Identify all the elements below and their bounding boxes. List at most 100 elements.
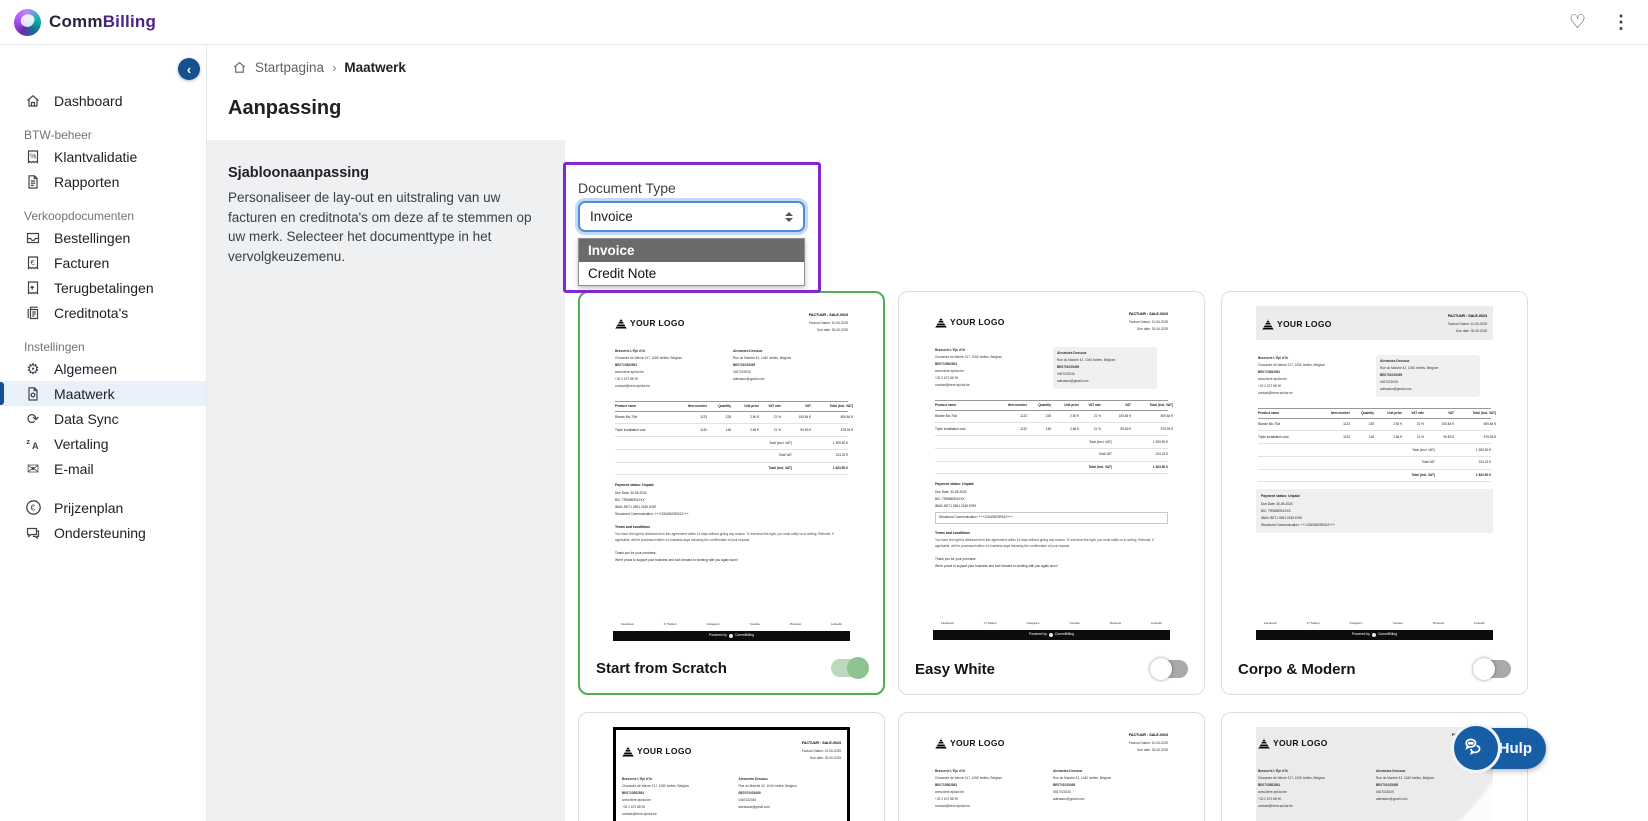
invoice-logo: YOUR LOGO (935, 314, 1005, 332)
invoice-logo-text: YOUR LOGO (637, 746, 692, 756)
sidebar-item-vertaling[interactable]: zA Vertaling (0, 431, 206, 456)
top-header: CommBilling ♡ ⋮ (0, 0, 1648, 45)
invoice-date: Factuur Datum: 10-06-2025 (1128, 319, 1168, 324)
thanks-line: Thank you for your purchase. (935, 556, 977, 561)
template-toggle[interactable] (1473, 658, 1511, 680)
document-type-selected-value: Invoice (590, 209, 633, 224)
invoice-header: YOUR LOGO FACTUUR : SALE-0023 Factuur Da… (620, 735, 843, 763)
buyer-block: Alexandra Dessaux Rue du Marché 42, 1040… (1053, 768, 1157, 810)
breadcrumb-home[interactable]: Startpagina (255, 60, 324, 75)
sidebar-item-dashboard[interactable]: Dashboard (0, 88, 206, 113)
sidebar-item-label: Data Sync (54, 410, 119, 427)
sidebar-item-bestellingen[interactable]: Bestellingen (0, 225, 206, 250)
sidebar-item-data-sync[interactable]: ⟳ Data Sync (0, 406, 206, 431)
buyer-phone: 0467022045 (1057, 372, 1075, 377)
template-toggle[interactable] (831, 657, 869, 679)
social-link: X (Twitter) (983, 620, 997, 625)
sidebar-item-creditnotas[interactable]: Creditnota's (0, 300, 206, 325)
template-toggle[interactable] (1150, 658, 1188, 680)
table-header-row: Product name Item number Quantity Unit p… (1258, 408, 1496, 419)
sidebar-item-ondersteuning[interactable]: Ondersteuning (0, 520, 206, 545)
col-header: Total (incl. VAT) (1472, 411, 1496, 416)
help-chat-icon[interactable] (1451, 723, 1501, 773)
social-link: LinkedIn (1151, 620, 1162, 625)
logo-triangle-icon (935, 738, 947, 750)
template-card[interactable]: YOUR LOGO FACTUUR : SALE-0023 Factuur Da… (578, 712, 885, 821)
cell: 21 % (773, 427, 781, 432)
toggle-knob (1150, 658, 1172, 680)
buyer-block: Alexandra Dessaux Rue du Marché 42, 1040… (1376, 355, 1480, 398)
sidebar-item-terugbetalingen[interactable]: Terugbetalingen (0, 275, 206, 300)
sidebar-item-facturen[interactable]: € Facturen (0, 250, 206, 275)
total-row: Total VAT 224.32 € (1258, 457, 1491, 470)
template-card[interactable]: YOUR LOGO FACTUUR : SALE-0023 Factuur Da… (898, 712, 1205, 821)
logo-triangle-icon (622, 746, 634, 758)
seller-website: www.biere-epidor.be (935, 369, 964, 374)
sidebar-item-email[interactable]: ✉ E-mail (0, 456, 206, 481)
buyer-phone: 0467022045 (738, 798, 757, 803)
cell: 99.83 € (800, 427, 811, 432)
payment-status: Payment status: Unpaid (1261, 494, 1300, 499)
sidebar-item-maatwerk[interactable]: Maatwerk (0, 381, 206, 406)
terms-block: Terms and conditions You have the right … (933, 530, 1170, 550)
toggle-knob (1473, 658, 1495, 680)
cell: Triple installation cost (615, 427, 646, 432)
sidebar-item-algemeen[interactable]: ⚙ Algemeen (0, 356, 206, 381)
col-header: Product name (615, 404, 637, 409)
sidebar-item-prijzenplan[interactable]: € Prijzenplan (0, 495, 206, 520)
cell: 105.84 € (1441, 422, 1454, 427)
dropdown-option-invoice[interactable]: Invoice (579, 239, 804, 262)
invoice-due-date: Due date: 30-06-2025 (1455, 329, 1487, 334)
cell: 105.84 € (1118, 414, 1131, 419)
template-card-start-from-scratch[interactable]: YOUR LOGO FACTUUR : SALE-0023 Factuur Da… (578, 291, 885, 695)
total-value: 1 509.50 € (1475, 447, 1491, 452)
terms-text: You have the right to withdraw from this… (615, 531, 834, 543)
total-value: 224.32 € (835, 453, 848, 458)
total-label: Total VAT (1421, 460, 1435, 465)
sidebar-item-rapporten[interactable]: Rapporten (0, 169, 206, 194)
seller-vat: BE0710582891 (1258, 783, 1281, 788)
dropdown-option-credit-note[interactable]: Credit Note (579, 262, 804, 285)
powered-by-brand: CommBilling (734, 633, 754, 638)
sidebar-item-klantvalidatie[interactable]: % Klantvalidatie (0, 144, 206, 169)
sidebar-item-label: E-mail (54, 460, 94, 477)
favorite-icon[interactable]: ♡ (1569, 11, 1586, 34)
buyer-name: Alexandra Dessaux (733, 349, 763, 353)
powered-by-logo-icon (1048, 633, 1053, 637)
payment-iban: IBAN: BE71 0961 2345 6769 (615, 504, 656, 509)
payment-due: Due Date: 30-05-2024 (1261, 501, 1293, 506)
brand-logo[interactable]: CommBilling (14, 8, 156, 36)
table-row: Triple installation cost 1132 148 2.66 €… (935, 423, 1173, 437)
breadcrumb-home-icon[interactable] (232, 60, 247, 75)
cell: Triple installation cost (935, 426, 966, 431)
seller-name: Brasserie L'Épi d'Or (1258, 769, 1289, 773)
seller-address: Chaussée de Wavre 217, 1050 Ixelles, Bel… (935, 355, 1003, 360)
invoice-meta: FACTUUR : SALE-0023 Factuur Datum: 10-06… (802, 739, 841, 763)
inbox-icon (24, 229, 42, 247)
template-card-easy-white[interactable]: YOUR LOGO FACTUUR : SALE-0023 Factuur Da… (898, 291, 1205, 695)
payment-status: Payment status: Unpaid (935, 482, 974, 487)
seller-vat: BE0710582891 (622, 791, 645, 796)
total-row: Total (excl. VAT) 1 509.50 € (1258, 444, 1491, 457)
sidebar-collapse-button[interactable]: ‹ (178, 58, 200, 80)
buyer-vat: BE0701035495 (738, 791, 761, 796)
app-window: CommBilling ♡ ⋮ ‹ Dashboard BTW-beheer %… (0, 0, 1648, 821)
social-link: Instagram (1026, 620, 1040, 625)
cell: Blonde Bio 75cl (615, 415, 638, 420)
kebab-menu-icon[interactable]: ⋮ (1612, 12, 1630, 33)
seller-address: Chaussée de Wavre 217, 1050 Ixelles, Bel… (935, 776, 1003, 781)
seller-email: contact@biere-epidor.be (935, 383, 970, 388)
invoice-number: FACTUUR : SALE-0023 (1128, 312, 1168, 316)
terms-text: You have the right to withdraw from this… (935, 537, 1154, 549)
svg-text:A: A (32, 441, 39, 451)
total-label: Total (incl. VAT) (1088, 465, 1112, 470)
invoice-due-date: Due date: 30-06-2025 (809, 756, 841, 761)
invoice-logo-text: YOUR LOGO (1273, 738, 1328, 748)
seller-vat: BE0710582891 (935, 362, 958, 367)
invoice-addresses: Brasserie L'Épi d'Or Chaussée de Wavre 2… (613, 348, 850, 390)
col-header: Item number (1007, 403, 1027, 408)
document-type-select[interactable]: Invoice (578, 201, 805, 232)
template-card-corpo-modern[interactable]: YOUR LOGO FACTUUR : SALE-0023 Factuur Da… (1221, 291, 1528, 695)
sidebar: ‹ Dashboard BTW-beheer % Klantvalidatie … (0, 45, 207, 821)
invoice-number: FACTUUR : SALE-0023 (801, 741, 841, 745)
